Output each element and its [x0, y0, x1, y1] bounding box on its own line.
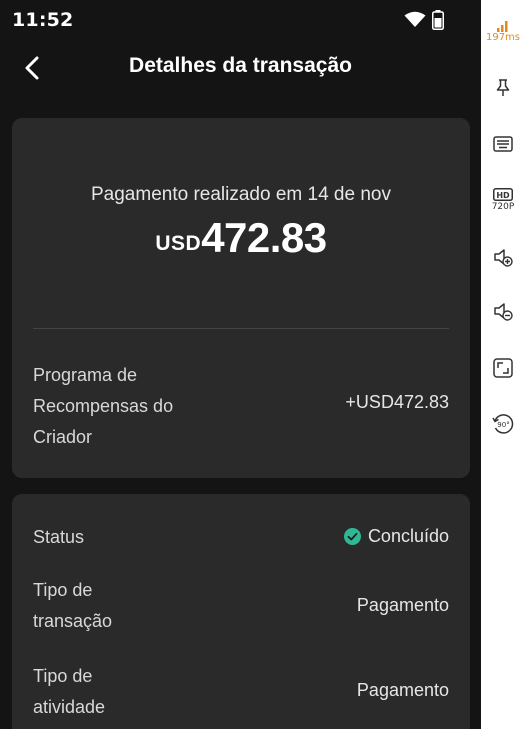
program-value: +USD472.83 [345, 392, 449, 412]
app-bar: Detalhes da transação [0, 46, 481, 90]
rotate-icon: 90° [492, 414, 514, 434]
status-label: Status [33, 527, 85, 547]
phone-screen: 11:52 Detalhes da transação Pagamento re… [0, 0, 481, 729]
wifi-icon [404, 11, 426, 27]
payment-amount: USD472.83 [12, 214, 470, 262]
emulator-toolbar: 197ms HD 720P 90° [481, 0, 525, 729]
volume-down-icon [494, 303, 513, 321]
signal-icon [497, 21, 508, 32]
page-title: Detalhes da transação [129, 54, 352, 77]
fullscreen-icon [493, 358, 513, 378]
network-ping[interactable]: 197ms [481, 20, 525, 43]
resolution-label: 720P [491, 202, 515, 212]
status-time: 11:52 [12, 9, 74, 31]
activity-type-value: Pagamento [356, 680, 449, 700]
status-bar: 11:52 [0, 0, 481, 40]
pin-button[interactable] [481, 78, 525, 98]
volume-up-button[interactable] [481, 246, 525, 268]
keyboard-icon [493, 136, 513, 152]
activity-type-label: Tipo de atividade [33, 666, 106, 717]
keyboard-button[interactable] [481, 135, 525, 153]
volume-up-icon [494, 249, 513, 267]
amount-value: 472.83 [201, 214, 327, 261]
program-label: Programa de Recompensas do Criador [33, 365, 174, 447]
divider [33, 328, 449, 329]
transaction-type-label: Tipo de transação [33, 580, 113, 631]
battery-icon [432, 10, 444, 30]
hd-icon: HD [493, 188, 513, 201]
volume-down-button[interactable] [481, 300, 525, 322]
fullscreen-button[interactable] [481, 358, 525, 378]
pin-icon [496, 79, 510, 96]
amount-currency: USD [155, 232, 202, 255]
ping-text: 197ms [485, 32, 521, 43]
status-value-text: Concluído [367, 526, 449, 546]
status-value: Concluído [343, 526, 449, 547]
details-card: Status Concluído Tipo de transação Pagam… [12, 494, 470, 729]
transaction-type-value: Pagamento [356, 595, 449, 615]
quality-button[interactable]: HD 720P [481, 188, 525, 212]
hd-label: HD [496, 191, 510, 200]
payment-date-text: Pagamento realizado em 14 de nov [91, 184, 391, 205]
rotate-label: 90° [497, 421, 509, 429]
check-circle-icon [343, 528, 361, 545]
rotate-button[interactable]: 90° [481, 412, 525, 436]
summary-card: Pagamento realizado em 14 de nov USD472.… [12, 118, 470, 478]
